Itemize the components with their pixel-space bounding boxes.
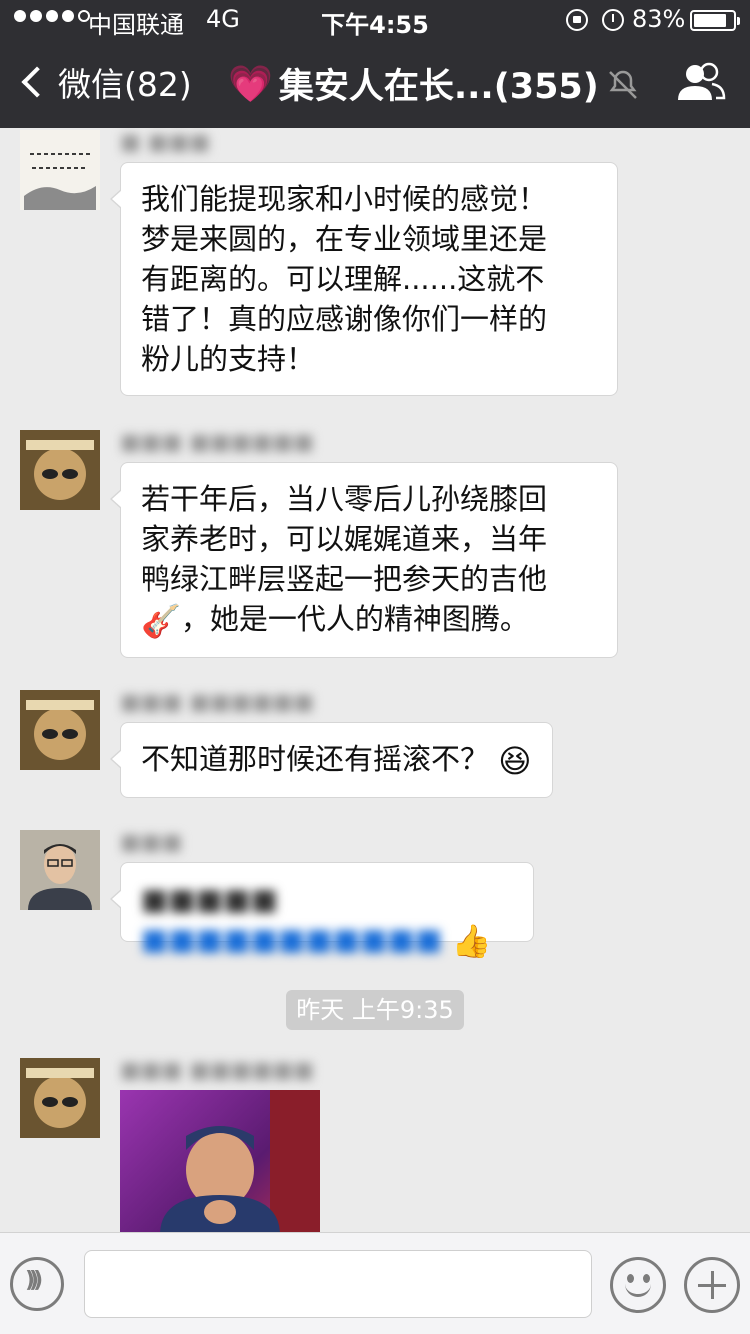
back-button[interactable]: 微信(82) [14, 58, 192, 106]
message-bubble[interactable]: 我们能提现家和小时候的感觉！ 梦是来圆的，在专业领域里还是 有距离的。可以理解.… [110, 162, 618, 396]
chevron-left-icon [21, 66, 53, 98]
avatar[interactable] [20, 130, 100, 210]
alarm-icon [602, 9, 624, 31]
back-label: 微信(82) [58, 65, 192, 104]
battery-percent: 83% [632, 5, 686, 33]
message-line: 粉儿的支持！ [141, 342, 316, 376]
message-line: 家养老时，可以娓娓道来，当年 [141, 522, 548, 556]
smiley-icon [627, 1274, 634, 1283]
message-line: 🎸，她是一代人的精神图腾。 [141, 599, 597, 641]
sender-name: ■■■ [120, 830, 183, 855]
sender-name: ■■■ ■■■■■■ [120, 430, 315, 455]
sender-name: ■ ■■■ [120, 130, 211, 155]
message-list[interactable]: ■ ■■■ 我们能提现家和小时候的感觉！ 梦是来圆的，在专业领域里还是 有距离的… [0, 128, 750, 1232]
message-line: 鸭绿江畔层竖起一把参天的吉他 [141, 562, 548, 596]
message-bubble[interactable]: 不知道那时候还有摇滚不？ 😆 [110, 722, 553, 798]
avatar[interactable] [20, 690, 100, 770]
redacted-text: ■■■■■ [141, 882, 278, 916]
redacted-phone-link[interactable]: ■■■■■■■■■■■ [141, 922, 442, 956]
chat-title: 💗 集安人在长...(355) [228, 58, 599, 109]
chat-nav-bar: 微信(82) 💗 集安人在长...(355) [0, 40, 750, 128]
status-bar: 中国联通 4G 下午4:55 83% [0, 0, 750, 40]
rotation-lock-icon [566, 9, 588, 31]
sender-name: ■■■ ■■■■■■ [120, 1058, 315, 1083]
timestamp-divider: 昨天 上午9:35 [286, 990, 464, 1030]
message-line: 有距离的。可以理解......这就不 [141, 262, 545, 296]
message-text: ，她是一代人的精神图腾。 [180, 602, 529, 636]
avatar[interactable] [20, 430, 100, 510]
guitar-emoji: 🎸 [141, 602, 181, 640]
mute-notifications-icon [609, 70, 637, 99]
top-bar: 中国联通 4G 下午4:55 83% 微信(82) 💗 集安人在长...(355… [0, 0, 750, 128]
group-info-icon[interactable] [676, 62, 726, 102]
message-bubble[interactable]: 若干年后，当八零后儿孙绕膝回 家养老时，可以娓娓道来，当年 鸭绿江畔层竖起一把参… [110, 462, 618, 658]
laughing-emoji: 😆 [498, 742, 532, 780]
message-line: 我们能提现家和小时候的感觉！ [141, 182, 548, 216]
message-line: 若干年后，当八零后儿孙绕膝回 [141, 482, 548, 516]
message-bubble[interactable]: ■■■■■ ■■■■■■■■■■■ 👍 [110, 862, 534, 960]
message-line: 错了！真的应感谢像你们一样的 [141, 302, 548, 336]
message-input[interactable] [84, 1250, 592, 1318]
message-text: 不知道那时候还有摇滚不？ [141, 742, 490, 776]
battery-icon [690, 10, 740, 31]
image-message[interactable] [120, 1090, 320, 1232]
emoji-button[interactable] [610, 1257, 666, 1313]
avatar[interactable] [20, 830, 100, 910]
thumbs-up-emoji: 👍 [451, 922, 492, 960]
message-line: 梦是来圆的，在专业领域里还是 [141, 222, 548, 256]
more-options-button[interactable] [684, 1257, 740, 1313]
avatar[interactable] [20, 1058, 100, 1138]
heart-emoji: 💗 [228, 63, 273, 105]
chat-title-text: 集安人在长...(355) [278, 67, 599, 107]
voice-input-button[interactable] [10, 1257, 64, 1311]
sender-name: ■■■ ■■■■■■ [120, 690, 315, 715]
input-toolbar [0, 1232, 750, 1334]
